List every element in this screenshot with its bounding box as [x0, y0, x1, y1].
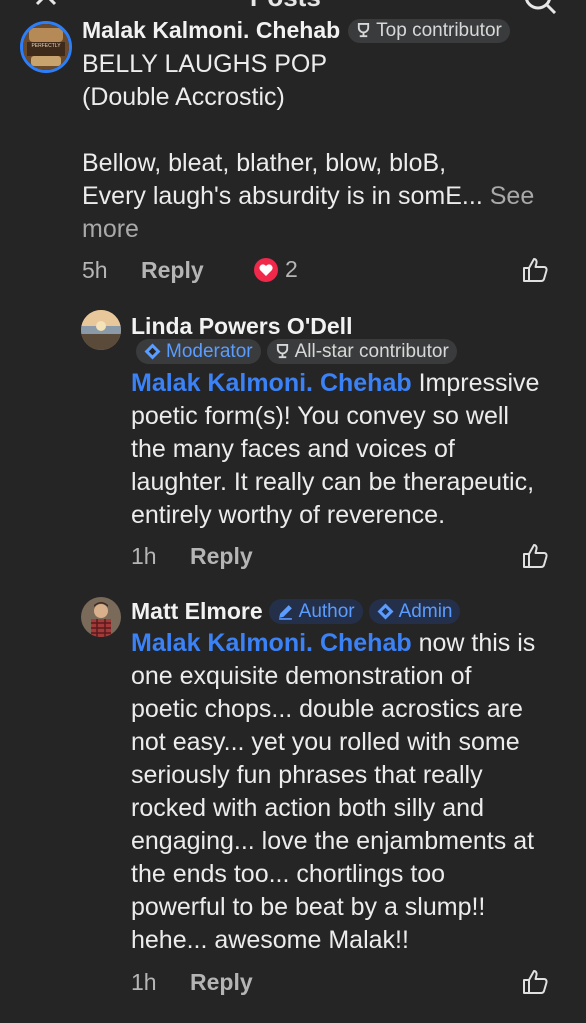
reply-line: seriously fun phrases that really: [131, 761, 483, 789]
reply-line: the many faces and voices of: [131, 435, 455, 463]
reply-badges: Moderator All-star contributor: [136, 339, 457, 364]
reply-author-name[interactable]: Linda Powers O'Dell: [131, 313, 352, 340]
author-badge: Author: [268, 599, 363, 624]
reply-line: one exquisite demonstration of: [131, 662, 472, 690]
reply-line: poetic chops... double acrostics are: [131, 695, 523, 723]
mention-link[interactable]: Malak Kalmoni. Chehab: [131, 369, 412, 397]
reply-line: rocked with action both silly and: [131, 794, 484, 822]
top-contributor-badge: Top contributor: [348, 18, 510, 43]
diamond-shield-icon: [144, 343, 161, 360]
badge-label: Admin: [398, 600, 453, 622]
pencil-icon: [278, 605, 292, 620]
poem-line: Every laugh's absurdity is in somE... Se…: [82, 180, 572, 213]
search-icon[interactable]: [522, 0, 560, 14]
close-icon[interactable]: [28, 0, 64, 14]
reply-author-name[interactable]: Matt Elmore: [131, 598, 263, 625]
reply-line: laughter. It really can be therapeutic,: [131, 468, 535, 496]
heart-icon: [254, 257, 278, 282]
avatar[interactable]: [81, 310, 121, 350]
reply-button[interactable]: Reply: [190, 543, 253, 570]
badge-label: Author: [298, 600, 355, 622]
comment-time: 5h: [82, 257, 108, 283]
like-icon[interactable]: [521, 968, 549, 996]
reply-button[interactable]: Reply: [141, 257, 204, 284]
reply-author-row: Matt Elmore Author Admin: [131, 598, 461, 625]
comment-author-row: Malak Kalmoni. Chehab Top contributor: [82, 17, 510, 44]
badge-label: Moderator: [166, 340, 253, 362]
moderator-badge: Moderator: [136, 339, 261, 364]
reply-line: Malak Kalmoni. Chehab now this is: [131, 627, 576, 660]
reply-line: engaging... love the enjambments at: [131, 827, 535, 855]
page-title: Posts: [250, 0, 321, 13]
reply-line-text: now this is: [418, 629, 536, 657]
mention-link[interactable]: Malak Kalmoni. Chehab: [131, 629, 412, 657]
reply-line: entirely worthy of reverence.: [131, 501, 446, 529]
like-icon[interactable]: [521, 542, 549, 570]
like-icon[interactable]: [521, 256, 549, 284]
reply-time: 1h: [131, 969, 157, 995]
reply-line: powerful to be beat by a slump!!: [131, 893, 486, 921]
badge-label: Top contributor: [376, 19, 502, 41]
badge-label: All-star contributor: [294, 340, 449, 362]
poem-line: Bellow, bleat, blather, blow, bloB,: [82, 149, 447, 177]
avatar-label: PERFECTLY: [31, 43, 61, 49]
reply-line: not easy... yet you rolled with some: [131, 728, 520, 756]
comment-author-name[interactable]: Malak Kalmoni. Chehab: [82, 17, 340, 44]
reply-body: Malak Kalmoni. Chehab Impressive poetic …: [131, 367, 576, 532]
avatar[interactable]: PERFECTLY: [20, 21, 72, 73]
reply-time: 1h: [131, 543, 157, 569]
trophy-icon: [276, 344, 288, 359]
see-more-link[interactable]: See: [490, 182, 534, 210]
reaction-count: 2: [285, 256, 298, 282]
reply-line: Malak Kalmoni. Chehab Impressive: [131, 367, 576, 400]
reply-button[interactable]: Reply: [190, 969, 253, 996]
trophy-icon: [358, 23, 370, 38]
avatar[interactable]: [81, 597, 121, 637]
reply-line: poetic form(s)! You convey so well: [131, 402, 509, 430]
poem-line-text: Every laugh's absurdity is in somE...: [82, 182, 483, 210]
see-more-link-cont[interactable]: more: [82, 213, 572, 246]
diamond-shield-icon: [377, 603, 394, 620]
reply-body: Malak Kalmoni. Chehab now this is one ex…: [131, 627, 576, 957]
poem-subtitle: (Double Accrostic): [82, 83, 285, 111]
reaction-summary[interactable]: 2: [253, 256, 298, 283]
reply-line: the ends too... chortlings too: [131, 860, 446, 888]
poem-title: BELLY LAUGHS POP: [82, 50, 328, 78]
all-star-badge: All-star contributor: [266, 339, 457, 364]
top-bar: Posts: [0, 0, 586, 14]
admin-badge: Admin: [368, 599, 461, 624]
reply-line-text: Impressive: [418, 369, 540, 397]
comment-body: BELLY LAUGHS POP (Double Accrostic) Bell…: [82, 48, 572, 246]
reply-line: hehe... awesome Malak!!: [131, 926, 409, 954]
